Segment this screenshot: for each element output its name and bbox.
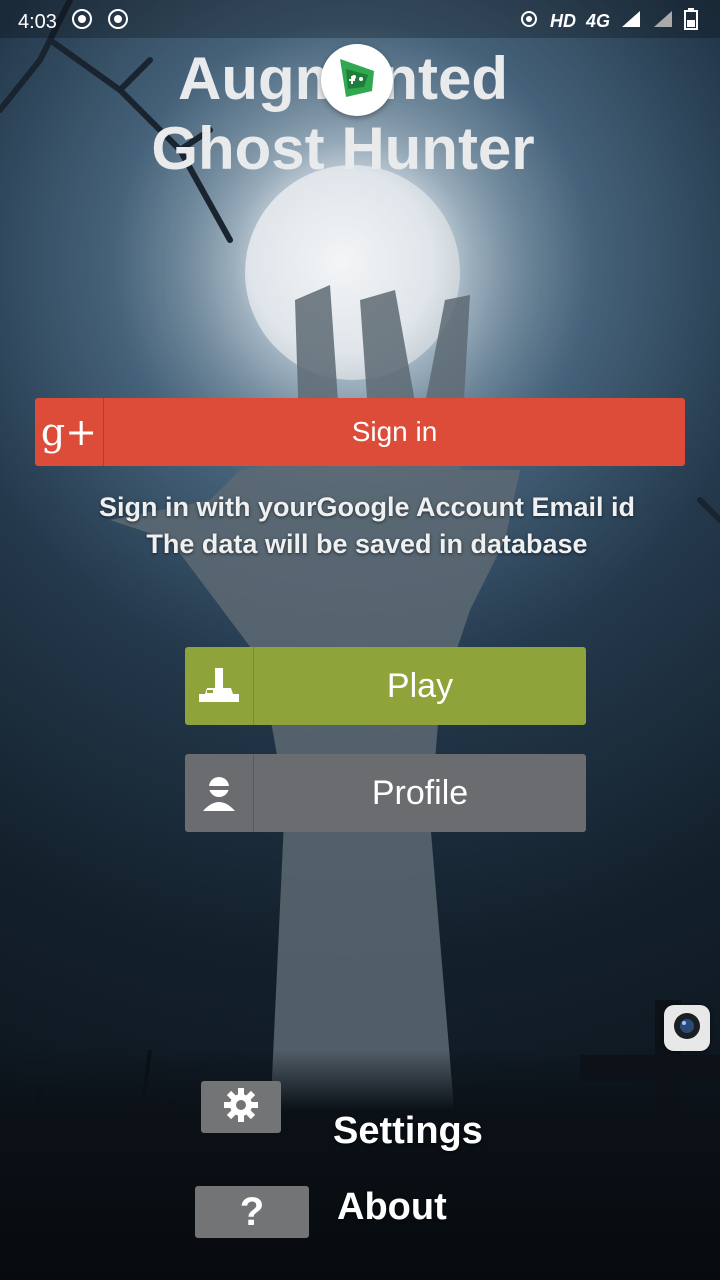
play-button[interactable]: Play xyxy=(185,647,586,725)
ground-shadow xyxy=(0,1050,720,1280)
joystick-icon xyxy=(185,647,254,725)
battery-icon xyxy=(684,8,698,35)
status-time: 4:03 xyxy=(18,10,57,33)
network-type: HD xyxy=(549,11,576,31)
background-scene xyxy=(0,0,720,1280)
google-signin-button[interactable]: g+ Sign in xyxy=(35,398,685,466)
signal-type: 4G xyxy=(585,11,610,31)
play-games-badge[interactable] xyxy=(321,44,393,116)
play-button-label: Play xyxy=(386,666,454,705)
google-plus-icon: g+ xyxy=(35,398,104,466)
aperture-icon xyxy=(71,8,93,36)
signin-info-line1: Sign in with yourGoogle Account Email id xyxy=(98,492,636,522)
gear-icon xyxy=(222,1086,260,1129)
profile-button-label: Profile xyxy=(371,773,469,812)
question-icon: ? xyxy=(239,1189,265,1234)
google-signin-label: Sign in xyxy=(351,416,438,447)
play-games-icon xyxy=(334,55,380,106)
hotspot-icon xyxy=(518,8,540,35)
about-button[interactable]: ? xyxy=(195,1186,309,1238)
signal-icon xyxy=(620,9,642,34)
status-bar: 4:03 HD 4G xyxy=(0,0,720,38)
aperture-icon xyxy=(107,8,129,36)
about-label[interactable]: About xyxy=(337,1186,447,1229)
app-title-line2: Ghost Hunter xyxy=(151,115,535,182)
profile-button[interactable]: Profile xyxy=(185,754,586,832)
signal-icon xyxy=(652,9,674,34)
user-icon xyxy=(185,754,254,832)
floating-camera-button[interactable] xyxy=(664,1005,710,1051)
settings-button[interactable] xyxy=(201,1081,281,1133)
signin-info-line2: The data will be saved in database xyxy=(146,529,588,559)
settings-label[interactable]: Settings xyxy=(333,1110,483,1153)
camera-icon xyxy=(672,1011,702,1046)
